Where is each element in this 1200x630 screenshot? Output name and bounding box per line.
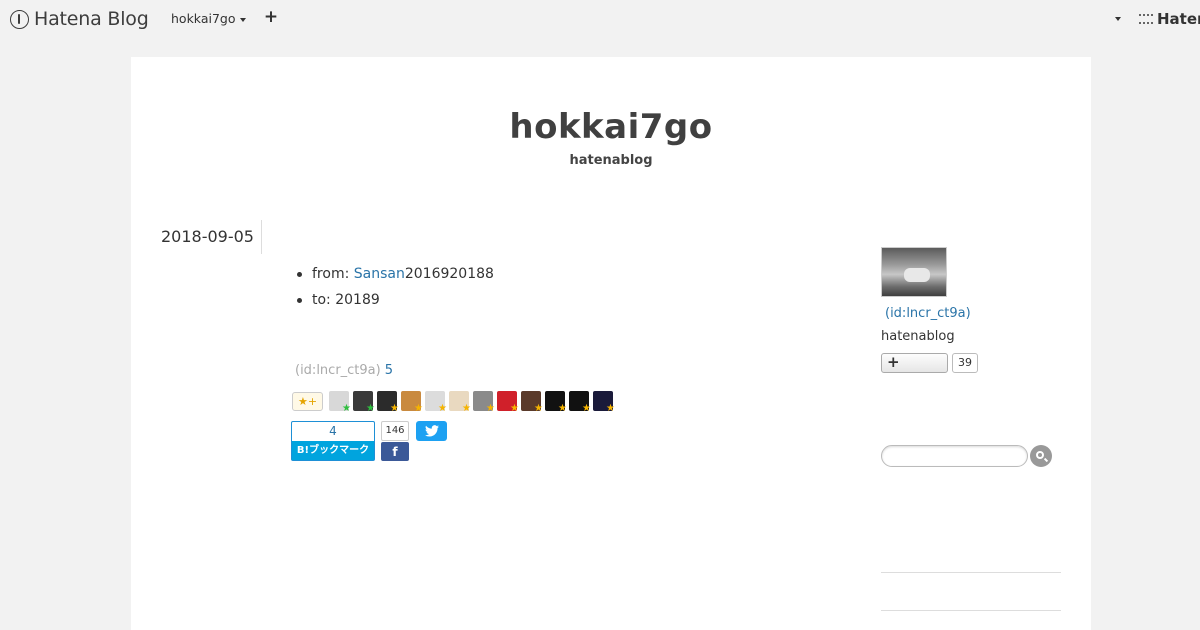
blog-content: hokkai7go hatenablog 2018-09-05 from: Sa… [131, 57, 1091, 630]
blog-description: hatenablog [569, 153, 653, 168]
hatena-brand-icon [1139, 14, 1153, 24]
hatena-bookmark-label[interactable]: B!ブックマーク [292, 441, 374, 460]
blog-switcher-label: hokkai7go [171, 11, 236, 26]
list-item-text: 2016920188 [404, 266, 494, 282]
facebook-count: 146 [381, 421, 409, 441]
star-icon: ★ [534, 403, 543, 414]
follow-widget: + 39 [881, 353, 978, 373]
hatena-blog-logo[interactable]: Hatena Blog [10, 7, 149, 31]
star-user-avatar[interactable]: ★ [353, 391, 375, 414]
star-icon: ★ [510, 403, 519, 414]
user-menu-chevron-icon[interactable] [1115, 17, 1121, 21]
list-item-text: to: 20189 [312, 292, 380, 308]
star-icon: ★ [414, 403, 423, 414]
hatena-brand-link[interactable]: Hater [1139, 9, 1200, 29]
hatena-brand-text: Hater [1157, 10, 1200, 28]
sansan-link[interactable]: Sansan [354, 266, 405, 282]
chevron-down-icon [239, 17, 246, 22]
twitter-share-button[interactable] [416, 421, 447, 441]
search-input[interactable] [881, 445, 1028, 467]
star-user-avatar[interactable]: ★ [593, 391, 615, 414]
star-icon: ★ [582, 403, 591, 414]
twitter-icon [424, 425, 439, 437]
star-icon: ★ [342, 403, 351, 414]
add-star-button[interactable]: ★+ [292, 391, 323, 411]
star-icon: ★ [462, 403, 471, 414]
sidebar-divider [881, 572, 1061, 573]
star-user-avatar[interactable]: ★ [545, 391, 567, 414]
share-buttons: 4 B!ブックマーク 146 f [291, 421, 447, 461]
star-user-avatar[interactable]: ★ [329, 391, 351, 414]
star-user-avatar[interactable]: ★ [377, 391, 399, 414]
global-header: Hatena Blog hokkai7go + Hater [0, 0, 1200, 38]
star-user-avatar[interactable]: ★ [401, 391, 423, 414]
star-user-avatar[interactable]: ★ [497, 391, 519, 414]
facebook-share-button[interactable]: 146 f [381, 421, 409, 461]
hatena-bookmark-count[interactable]: 4 [292, 422, 374, 441]
star-count[interactable]: 5 [385, 363, 393, 378]
star-user-avatar[interactable]: ★ [569, 391, 591, 414]
star-icon: ★ [366, 403, 375, 414]
star-icon: ★ [438, 403, 447, 414]
profile-id-link[interactable]: (id:lncr_ct9a) [885, 306, 971, 321]
star-icon: ★ [486, 403, 495, 414]
entry-date[interactable]: 2018-09-05 [161, 220, 262, 254]
search-button[interactable] [1030, 445, 1052, 467]
hatena-logo-icon [10, 9, 29, 29]
star-author[interactable]: (id:lncr_ct9a) [295, 363, 381, 378]
star-user-avatar[interactable]: ★ [425, 391, 447, 414]
list-item-text: from: [312, 266, 354, 282]
hatena-bookmark-button[interactable]: 4 B!ブックマーク [291, 421, 375, 461]
follow-button[interactable]: + [881, 353, 948, 373]
profile-image[interactable] [881, 247, 947, 297]
sidebar-divider [881, 610, 1061, 611]
list-item: to: 20189 [297, 290, 494, 316]
list-item: from: Sansan2016920188 [297, 264, 494, 290]
entry-body-list: from: Sansan2016920188 to: 20189 [297, 264, 494, 316]
follower-count[interactable]: 39 [952, 353, 978, 373]
star-icon: ★ [558, 403, 567, 414]
star-row: ★+ ★ ★ ★ ★ ★ ★ ★ ★ ★ ★ ★ ★ [292, 391, 615, 414]
search-icon [1036, 451, 1044, 459]
profile-description: hatenablog [881, 329, 955, 344]
facebook-icon[interactable]: f [381, 442, 409, 461]
star-user-avatar[interactable]: ★ [521, 391, 543, 414]
star-meta: (id:lncr_ct9a) 5 [295, 363, 393, 378]
add-entry-button[interactable]: + [262, 6, 280, 28]
star-icon: ★ [390, 403, 399, 414]
star-icon: ★ [606, 403, 615, 414]
blog-title[interactable]: hokkai7go [131, 107, 1091, 147]
blog-switcher[interactable]: hokkai7go [171, 11, 246, 26]
logo-text: Hatena Blog [34, 8, 149, 30]
search-form [881, 445, 1052, 467]
star-user-avatar[interactable]: ★ [449, 391, 471, 414]
star-user-avatar[interactable]: ★ [473, 391, 495, 414]
